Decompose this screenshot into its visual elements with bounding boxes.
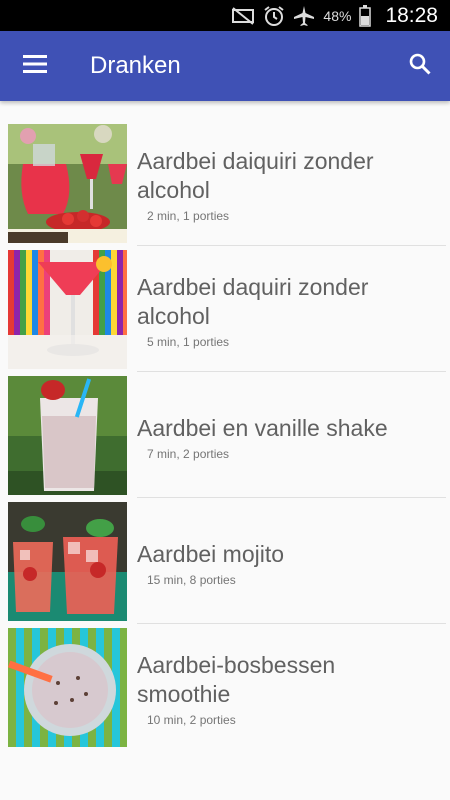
recipe-meta: 10 min, 2 porties — [147, 713, 236, 727]
recipe-list-item[interactable]: Aardbei daiquiri zonder alcohol 2 min, 1… — [0, 120, 450, 246]
search-icon — [409, 53, 431, 80]
recipe-title: Aardbei daquiri zonder — [137, 274, 369, 300]
recipe-meta: 5 min, 1 porties — [147, 335, 230, 349]
recipe-thumbnail — [8, 376, 127, 495]
recipe-title: Aardbei daiquiri zonder — [137, 148, 374, 174]
status-icons: 48% 18:28 — [231, 2, 438, 29]
recipe-thumbnail — [8, 250, 127, 369]
recipe-meta: 15 min, 8 porties — [147, 573, 236, 587]
menu-button[interactable] — [14, 48, 56, 84]
recipe-title-continued: alcohol — [137, 177, 210, 203]
recipe-list-item[interactable]: Aardbei en vanille shake 7 min, 2 portie… — [0, 372, 450, 498]
recipe-list-item[interactable]: Aardbei-bosbessen smoothie 10 min, 2 por… — [0, 624, 450, 750]
status-time: 18:28 — [385, 3, 438, 27]
mute-icon — [231, 6, 255, 26]
battery-percent: 48% — [323, 7, 352, 24]
recipe-title: Aardbei-bosbessen — [137, 652, 336, 678]
airplane-icon — [293, 5, 315, 27]
recipe-title-continued: smoothie — [137, 681, 231, 707]
search-button[interactable] — [400, 48, 440, 84]
recipe-title-continued: alcohol — [137, 303, 210, 329]
recipe-title: Aardbei mojito — [137, 541, 285, 567]
battery-icon — [359, 4, 372, 27]
recipe-thumbnail — [8, 124, 127, 243]
recipe-list-item[interactable]: Aardbei mojito 15 min, 8 porties — [0, 498, 450, 624]
status-bar: 48% 18:28 — [0, 0, 450, 31]
recipe-list-item[interactable]: Aardbei daquiri zonder alcohol 5 min, 1 … — [0, 246, 450, 372]
page-title: Dranken — [90, 52, 181, 79]
recipe-meta: 2 min, 1 porties — [147, 209, 230, 223]
alarm-icon — [263, 5, 285, 27]
recipe-title: Aardbei en vanille shake — [137, 415, 388, 441]
recipe-thumbnail — [8, 502, 127, 621]
app-bar: Dranken — [0, 31, 450, 101]
recipe-thumbnail — [8, 628, 127, 747]
recipe-meta: 7 min, 2 porties — [147, 447, 230, 461]
hamburger-menu-icon — [23, 54, 47, 78]
